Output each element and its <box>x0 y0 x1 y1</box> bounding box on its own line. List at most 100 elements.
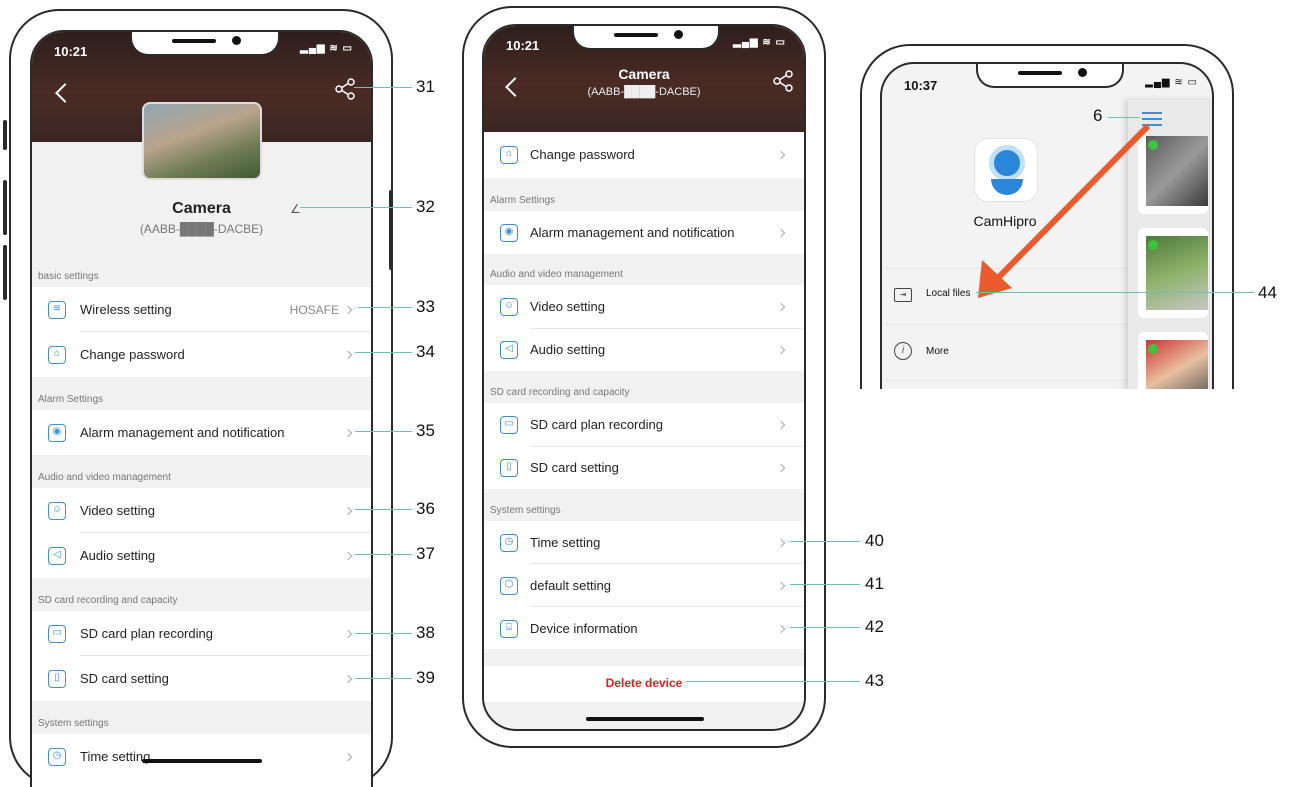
callout-line <box>1108 117 1140 118</box>
chevron-right-icon <box>776 150 786 160</box>
section-header: SD card recording and capacity <box>490 387 630 398</box>
delete-label: Delete device <box>605 676 683 690</box>
side-button <box>3 180 7 235</box>
list-item-sd[interactable]: ▭ SD card plan recording ▯ SD card setti… <box>32 611 371 701</box>
side-button <box>3 245 7 300</box>
callout-line <box>355 633 412 634</box>
item-label: Change password <box>80 347 185 362</box>
callout-number: 40 <box>865 531 884 550</box>
chevron-right-icon <box>343 752 353 762</box>
speaker <box>614 33 658 37</box>
chevron-right-icon <box>776 302 786 312</box>
callout-line <box>355 678 412 679</box>
callout-line <box>976 292 1254 293</box>
chevron-right-icon <box>776 463 786 473</box>
callout-number: 42 <box>865 617 884 636</box>
chevron-right-icon <box>343 350 353 360</box>
device-card[interactable] <box>1138 332 1208 389</box>
divider <box>80 655 371 656</box>
item-label: default setting <box>530 578 611 593</box>
menu-label: More <box>926 346 949 357</box>
list-item-alarm[interactable]: ◉ Alarm management and notification <box>32 410 371 455</box>
chevron-right-icon <box>343 506 353 516</box>
list-item-audio-video[interactable]: ☺ Video setting ◁ Audio setting <box>484 285 804 371</box>
chevron-right-icon <box>776 624 786 634</box>
chevron-right-icon <box>776 581 786 591</box>
callout-number: 41 <box>865 574 884 593</box>
callout-line <box>686 681 860 682</box>
chevron-right-icon <box>776 538 786 548</box>
record-icon: ▭ <box>500 416 518 434</box>
phone-screen-2: 10:21 ▂▄▆ ≋ ▭ Camera (AABB-████-DACBE) ⌂… <box>482 24 806 731</box>
list-item-sd[interactable]: ▭ SD card plan recording ▯ SD card setti… <box>484 403 804 489</box>
item-label: Video setting <box>530 299 605 314</box>
side-button <box>3 120 7 150</box>
section-header: SD card recording and capacity <box>38 595 178 606</box>
list-item-password[interactable]: ⌂ Change password <box>484 132 804 178</box>
share-icon[interactable] <box>772 70 794 92</box>
chevron-right-icon <box>776 345 786 355</box>
section-header: System settings <box>490 505 561 516</box>
lock-icon: ⌂ <box>500 146 518 164</box>
item-label: Device information <box>530 621 638 636</box>
status-time: 10:21 <box>54 44 88 59</box>
item-label: Wireless setting <box>80 302 172 317</box>
list-item-video[interactable]: ☺ Video setting ◁ Audio setting <box>32 488 371 578</box>
callout-number: 36 <box>416 499 435 518</box>
divider <box>530 606 804 607</box>
share-icon[interactable] <box>334 78 356 100</box>
item-label: Time setting <box>80 749 151 764</box>
online-status-dot <box>1148 344 1158 354</box>
item-label: Alarm management and notification <box>80 425 285 440</box>
signal-wifi-battery-icon: ▂▄▆ ≋ ▭ <box>300 43 353 54</box>
front-camera <box>1078 68 1087 77</box>
header-title: Camera <box>618 66 670 82</box>
list-item-alarm[interactable]: ◉ Alarm management and notification <box>484 211 804 254</box>
clock-icon: ◷ <box>48 748 66 766</box>
chevron-right-icon <box>343 629 353 639</box>
phone-screen-1: 10:21 ▂▄▆ ≋ ▭ Camera ∠ (AABB-████-DACBE)… <box>30 30 373 787</box>
speaker <box>1018 71 1062 75</box>
callout-line <box>355 431 412 432</box>
speaker-icon: ◁ <box>500 341 518 359</box>
chevron-right-icon <box>343 428 353 438</box>
callout-line <box>300 207 412 208</box>
front-camera <box>232 36 241 45</box>
camera-icon: ☺ <box>500 298 518 316</box>
signal-wifi-battery-icon: ▂▄▆ ≋ ▭ <box>1145 77 1198 88</box>
list-item-wireless[interactable]: ≋ Wireless setting HOSAFE ⌂ Change passw… <box>32 287 371 377</box>
info-icon: ⌸ <box>500 620 518 638</box>
menu-item-more[interactable]: i More <box>882 326 1128 380</box>
callout-line <box>355 352 412 353</box>
home-indicator <box>586 717 704 721</box>
callout-line <box>790 584 860 585</box>
item-label: Time setting <box>530 535 601 550</box>
folder-icon: ⇥ <box>894 288 912 302</box>
callout-number: 32 <box>416 197 435 216</box>
divider <box>80 532 371 533</box>
delete-device-button[interactable]: Delete device <box>484 666 804 702</box>
lock-icon: ⌂ <box>48 346 66 364</box>
callout-number: 37 <box>416 544 435 563</box>
item-label: Video setting <box>80 503 155 518</box>
chevron-right-icon <box>343 674 353 684</box>
divider <box>882 324 1128 325</box>
callout-line <box>358 307 412 308</box>
sdcard-icon: ▯ <box>500 459 518 477</box>
callout-line <box>790 627 860 628</box>
device-name: Camera <box>172 200 231 217</box>
callout-number: 31 <box>416 77 435 96</box>
alarm-icon: ◉ <box>48 424 66 442</box>
item-label: Audio setting <box>530 342 606 357</box>
sdcard-icon: ▯ <box>48 670 66 688</box>
callout-line <box>355 554 412 555</box>
section-header: Audio and video management <box>38 472 171 483</box>
speaker <box>172 39 216 43</box>
notch <box>130 32 280 56</box>
section-header: Audio and video management <box>490 269 623 280</box>
camera-thumbnail[interactable] <box>142 102 262 180</box>
edit-icon[interactable]: ∠ <box>290 202 301 216</box>
record-icon: ▭ <box>48 625 66 643</box>
list-item-system[interactable]: ◷ Time setting ⬡ default setting ⌸ Devic… <box>484 521 804 649</box>
section-header: basic settings <box>38 271 99 282</box>
